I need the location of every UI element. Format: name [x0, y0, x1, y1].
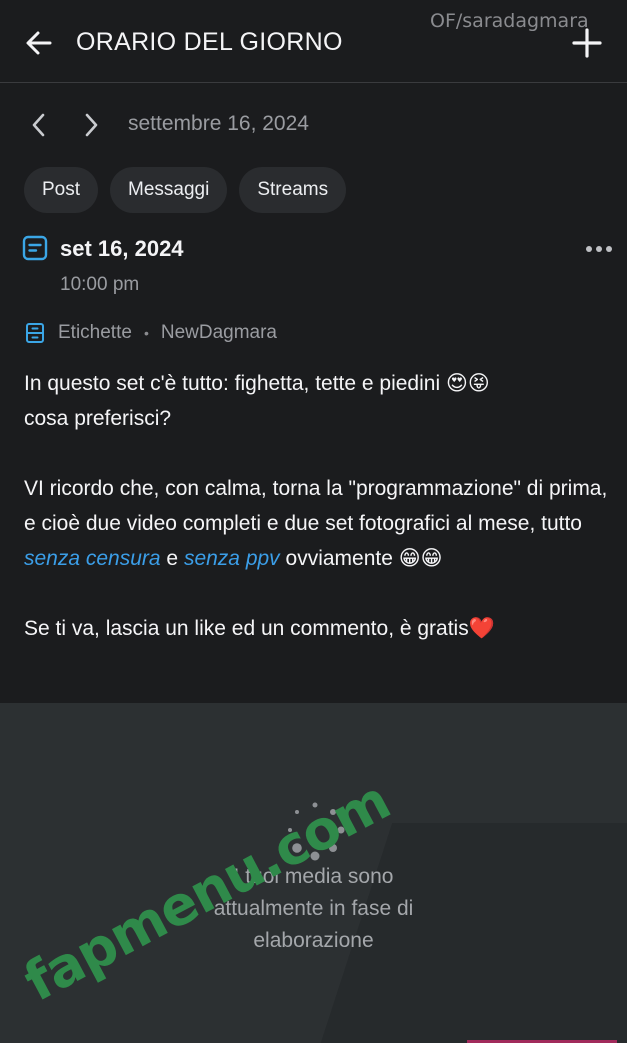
media-placeholder: I tuoi media sono attualmente in fase di… — [0, 703, 627, 1043]
app-header: ORARIO DEL GIORNO OF/saradagmara — [0, 0, 627, 83]
page-title: ORARIO DEL GIORNO — [76, 28, 343, 56]
chevron-left-icon — [32, 113, 45, 137]
plus-icon — [572, 28, 602, 58]
post-labels[interactable]: Etichette • NewDagmara — [24, 322, 277, 344]
tab-post[interactable]: Post — [24, 167, 99, 213]
more-options-button[interactable] — [576, 238, 612, 260]
post-body: In questo set c'è tutto: fighetta, tette… — [24, 366, 614, 646]
labels-icon — [26, 323, 44, 343]
labels-title: Etichette — [58, 322, 132, 343]
separator-dot: • — [143, 325, 149, 341]
post-text-line: Se ti va, lascia un like ed un commento,… — [24, 617, 495, 640]
more-dot-icon — [606, 246, 612, 252]
filter-tabs: Post Messaggi Streams — [24, 167, 347, 213]
date-navigator: settembre 16, 2024 — [0, 100, 627, 150]
back-button[interactable] — [22, 26, 56, 60]
more-dot-icon — [596, 246, 602, 252]
chevron-right-icon — [85, 113, 98, 137]
post-date: set 16, 2024 — [60, 236, 184, 261]
post-text-paragraph: VI ricordo che, con calma, torna la "pro… — [24, 477, 608, 570]
highlight-text[interactable]: senza censura — [24, 547, 161, 570]
post-text-line: cosa preferisci? — [24, 407, 172, 430]
watermark-text: OF/saradagmara — [430, 10, 589, 32]
post-document-icon — [22, 235, 48, 261]
previous-day-button[interactable] — [24, 110, 54, 140]
current-date[interactable]: settembre 16, 2024 — [128, 112, 309, 136]
post-time: 10:00 pm — [60, 274, 140, 295]
add-button[interactable] — [568, 24, 606, 62]
more-dot-icon — [586, 246, 592, 252]
next-day-button[interactable] — [76, 110, 106, 140]
tab-messaggi[interactable]: Messaggi — [110, 167, 228, 213]
arrow-left-icon — [26, 31, 52, 55]
highlight-text[interactable]: senza ppv — [184, 547, 280, 570]
post-text-line: In questo set c'è tutto: fighetta, tette… — [24, 372, 490, 395]
tab-streams[interactable]: Streams — [239, 167, 347, 213]
post-header: set 16, 2024 10:00 pm — [22, 234, 612, 304]
label-value: NewDagmara — [160, 322, 277, 343]
